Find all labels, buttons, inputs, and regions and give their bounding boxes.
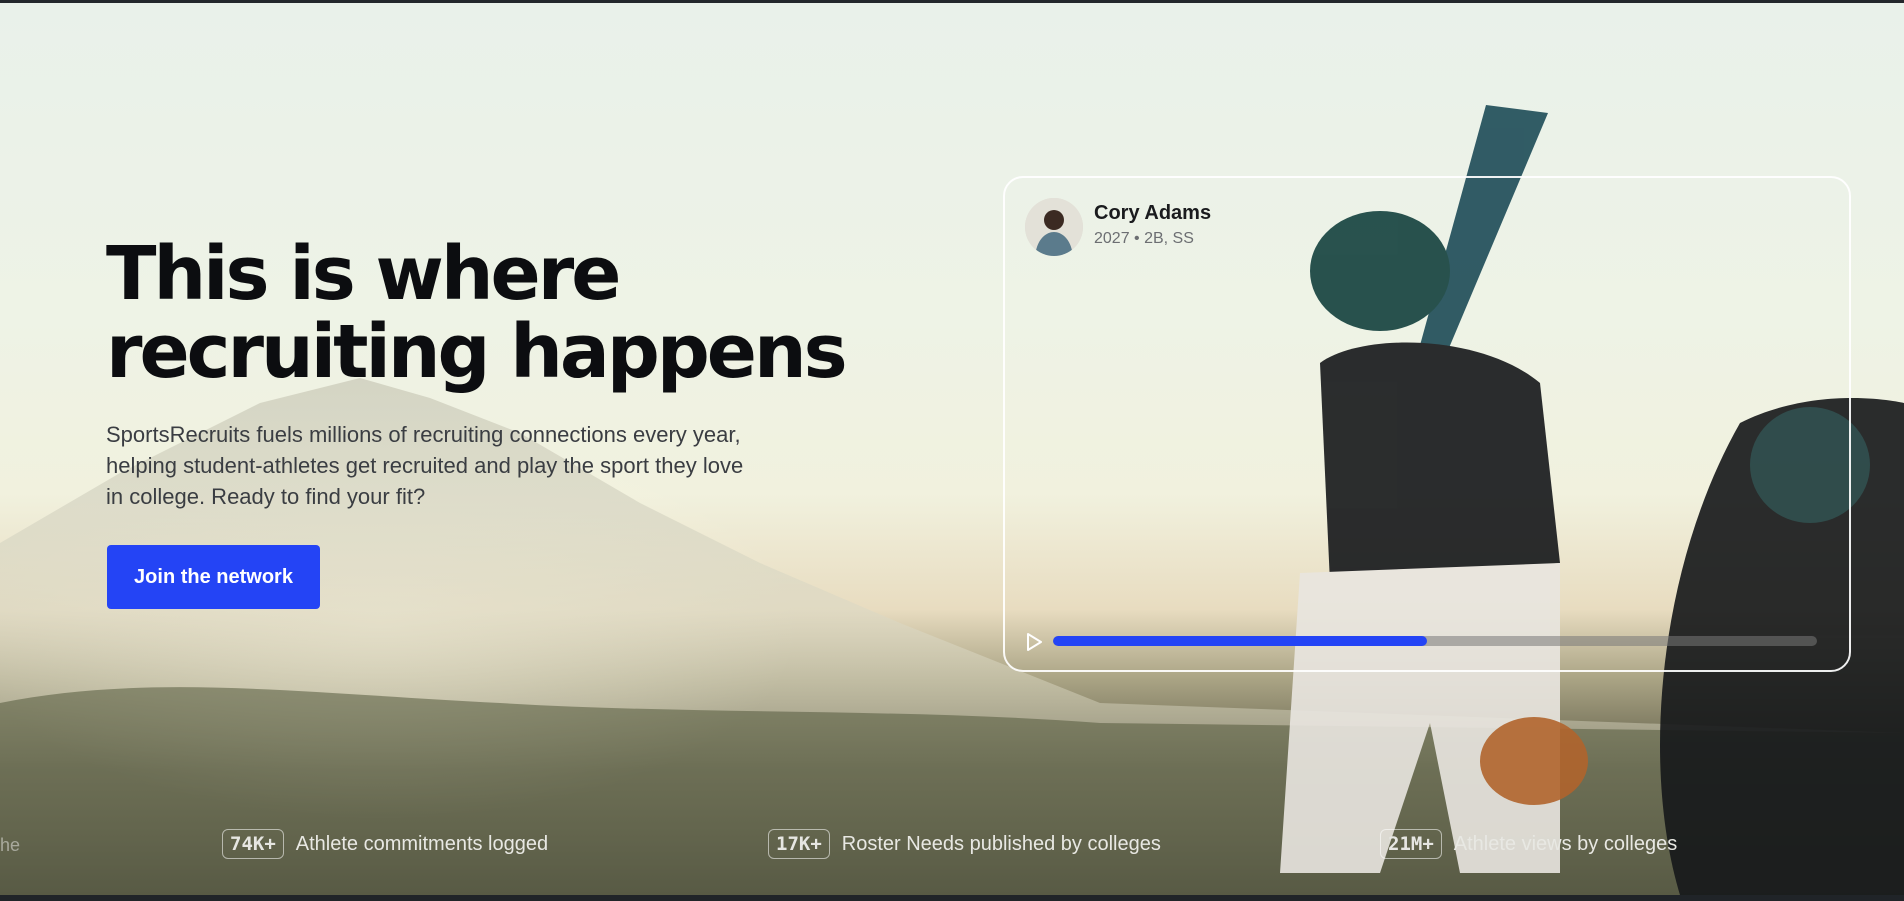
hero-title-line-2: recruiting happens	[106, 309, 848, 395]
bottom-bar	[0, 895, 1904, 901]
athlete-meta: 2027 • 2B, SS	[1094, 230, 1194, 247]
hero-section: This is where recruiting happens SportsR…	[0, 3, 1904, 895]
stat-value: 74K+	[222, 829, 284, 859]
hero-title: This is where recruiting happens	[106, 235, 866, 391]
stat-roster-needs: 17K+ Roster Needs published by colleges	[768, 829, 1161, 859]
stat-label: Athlete views by colleges	[1453, 832, 1678, 855]
stat-label: Athlete commitments logged	[295, 832, 549, 855]
athlete-avatar	[1025, 198, 1083, 256]
stat-value: 21M+	[1380, 829, 1442, 859]
hero-title-line-1: This is where	[106, 231, 621, 317]
play-icon[interactable]	[1023, 631, 1045, 653]
stat-commitments: 74K+ Athlete commitments logged	[222, 829, 548, 859]
video-progress-bar[interactable]	[1053, 636, 1817, 646]
stats-strip: 74K+ Athlete commitments logged 17K+ Ros…	[0, 825, 1904, 865]
hero-description: SportsRecruits fuels millions of recruit…	[106, 422, 744, 509]
stat-athlete-views: 21M+ Athlete views by colleges	[1380, 829, 1677, 859]
join-network-button[interactable]: Join the network	[107, 545, 320, 609]
video-progress-fill	[1053, 636, 1428, 646]
athlete-name[interactable]: Cory Adams	[1094, 202, 1211, 225]
stat-value: 17K+	[768, 829, 830, 859]
stat-label: Roster Needs published by colleges	[841, 832, 1161, 855]
video-card[interactable]: Cory Adams 2027 • 2B, SS	[1003, 176, 1851, 672]
